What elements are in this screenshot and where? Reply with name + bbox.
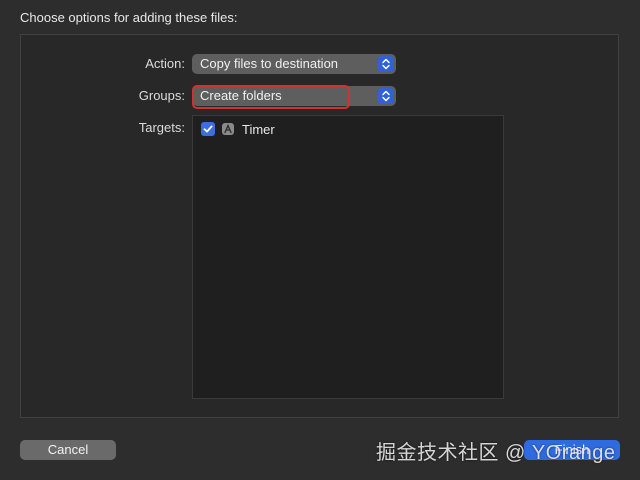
groups-popup-value: Create folders bbox=[200, 88, 282, 103]
dialog-title: Choose options for adding these files: bbox=[20, 10, 238, 25]
target-name: Timer bbox=[242, 121, 275, 137]
groups-popup[interactable]: Create folders bbox=[192, 86, 396, 106]
targets-list: Timer bbox=[192, 115, 504, 399]
target-checkbox[interactable] bbox=[201, 122, 215, 136]
action-label: Action: bbox=[145, 56, 185, 71]
up-down-chevron-icon bbox=[378, 88, 394, 104]
app-icon bbox=[222, 123, 234, 135]
up-down-chevron-icon bbox=[378, 56, 394, 72]
groups-label: Groups: bbox=[138, 88, 185, 103]
targets-label: Targets: bbox=[138, 120, 185, 135]
watermark: 掘金技术社区 @ YOrange bbox=[376, 442, 616, 464]
checkmark-icon bbox=[203, 125, 213, 133]
action-popup[interactable]: Copy files to destination bbox=[192, 54, 396, 74]
cancel-button[interactable]: Cancel bbox=[20, 440, 116, 460]
add-files-dialog: Choose options for adding these files: A… bbox=[0, 0, 640, 480]
target-item-timer: Timer bbox=[201, 121, 275, 137]
action-popup-value: Copy files to destination bbox=[200, 56, 339, 71]
